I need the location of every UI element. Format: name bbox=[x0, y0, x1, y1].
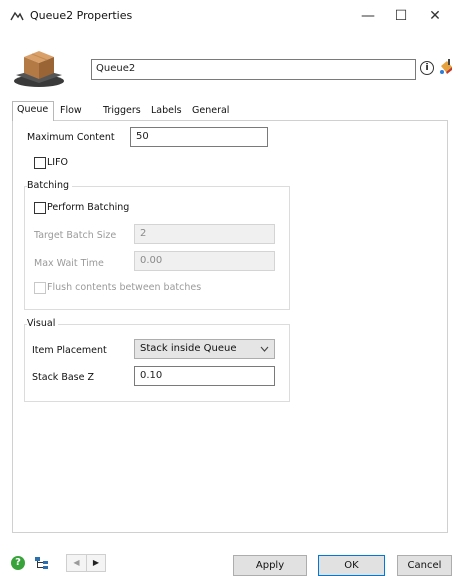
queue-object-icon bbox=[14, 51, 64, 87]
close-button[interactable]: ✕ bbox=[420, 4, 450, 28]
next-button[interactable]: ▶ bbox=[86, 555, 105, 571]
item-placement-label: Item Placement bbox=[32, 345, 107, 356]
stack-base-z-label: Stack Base Z bbox=[32, 372, 94, 383]
object-name-input[interactable]: Queue2 bbox=[91, 59, 416, 80]
tree-view-icon[interactable] bbox=[34, 556, 50, 570]
item-placement-value: Stack inside Queue bbox=[140, 343, 237, 354]
tab-general[interactable]: General bbox=[188, 103, 233, 120]
max-wait-time-input: 0.00 bbox=[134, 251, 275, 271]
stack-base-z-input[interactable]: 0.10 bbox=[134, 366, 275, 386]
tab-labels[interactable]: Labels bbox=[147, 103, 186, 120]
maximize-button[interactable]: ☐ bbox=[386, 4, 416, 28]
tab-triggers[interactable]: Triggers bbox=[99, 103, 145, 120]
item-placement-select[interactable]: Stack inside Queue bbox=[134, 339, 275, 359]
max-content-input[interactable]: 50 bbox=[130, 127, 268, 147]
lifo-checkbox[interactable] bbox=[34, 157, 46, 169]
flush-contents-checkbox bbox=[34, 282, 46, 294]
tab-queue[interactable]: Queue bbox=[12, 101, 54, 121]
max-content-label: Maximum Content bbox=[27, 132, 115, 143]
max-wait-time-label: Max Wait Time bbox=[34, 258, 104, 269]
chevron-down-icon bbox=[260, 342, 269, 359]
perform-batching-label[interactable]: Perform Batching bbox=[47, 202, 129, 213]
target-batch-size-input: 2 bbox=[134, 224, 275, 244]
visual-group bbox=[24, 324, 290, 402]
help-icon[interactable]: ? bbox=[11, 556, 25, 570]
perform-batching-checkbox[interactable] bbox=[34, 202, 46, 214]
window-title: Queue2 Properties bbox=[30, 9, 133, 22]
visual-group-label: Visual bbox=[27, 318, 59, 329]
info-icon[interactable]: i bbox=[420, 61, 434, 75]
tab-flow[interactable]: Flow bbox=[56, 103, 86, 120]
minimize-button[interactable]: — bbox=[353, 4, 383, 28]
lifo-label[interactable]: LIFO bbox=[47, 157, 68, 168]
target-batch-size-label: Target Batch Size bbox=[34, 230, 117, 241]
paint-bucket-icon[interactable] bbox=[438, 58, 454, 76]
flexsim-app-icon bbox=[10, 11, 24, 21]
batching-group-label: Batching bbox=[27, 180, 72, 191]
previous-button[interactable]: ◀ bbox=[67, 555, 86, 571]
flush-contents-label: Flush contents between batches bbox=[47, 282, 202, 293]
